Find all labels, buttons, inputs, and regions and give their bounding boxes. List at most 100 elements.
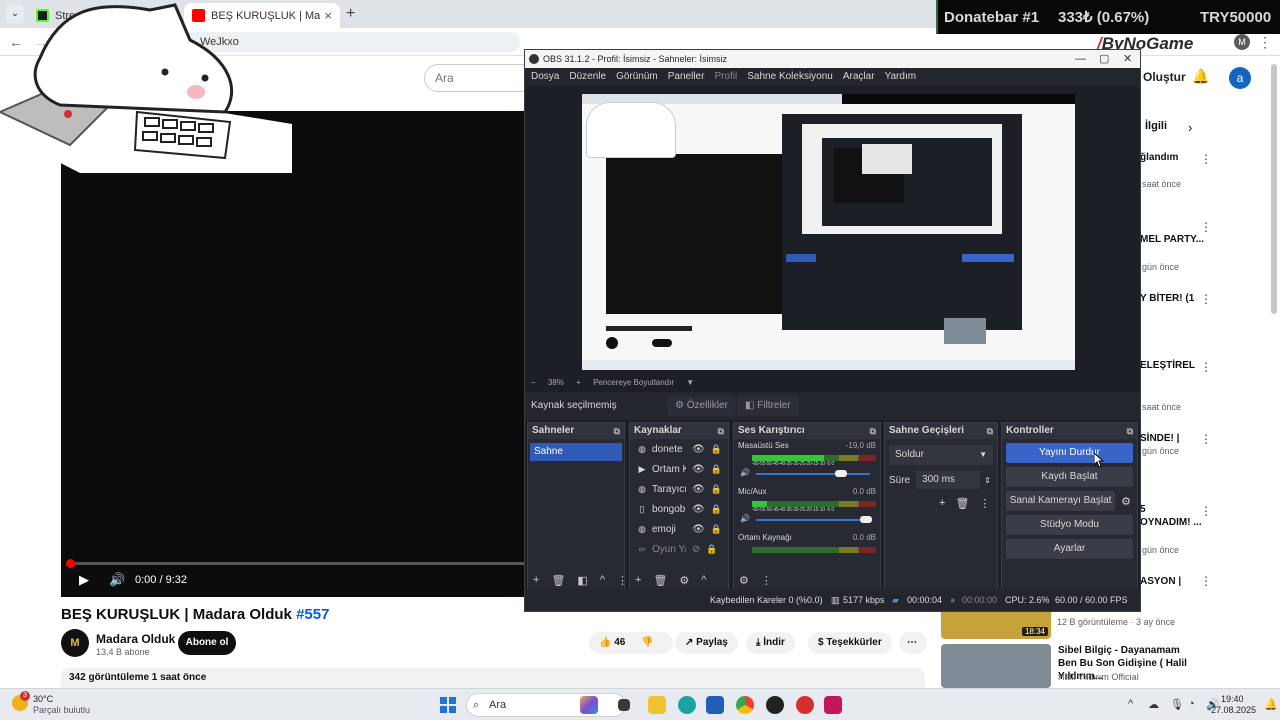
- channel-name[interactable]: Madara Olduk: [96, 632, 175, 646]
- eye-icon[interactable]: 👁: [692, 464, 705, 475]
- gear-icon[interactable]: ⚙: [1121, 495, 1131, 508]
- rec-title-fragment[interactable]: ASYON |: [1140, 576, 1181, 587]
- rec-title-fragment[interactable]: MEL PARTY...: [1140, 234, 1204, 245]
- add-icon[interactable]: +: [939, 497, 945, 510]
- microphone-icon[interactable]: 🎙: [1170, 698, 1184, 711]
- recording-app-icon[interactable]: [796, 696, 814, 714]
- menu-profile[interactable]: Profil: [714, 68, 737, 86]
- taskbar-search[interactable]: ⌕ Ara: [466, 693, 626, 717]
- thumbs-down-icon[interactable]: 👎: [641, 637, 653, 648]
- settings-button[interactable]: Ayarlar: [1006, 539, 1133, 559]
- media-app-icon[interactable]: [824, 696, 842, 714]
- lock-icon[interactable]: 🔒: [711, 484, 722, 495]
- rec-title-fragment[interactable]: OYNADIM! ...: [1140, 517, 1202, 528]
- source-row[interactable]: ∞ Oyun Ya ⊘ 🔒: [630, 539, 728, 559]
- maximize-icon[interactable]: ▢: [1099, 50, 1109, 68]
- menu-view[interactable]: Görünüm: [616, 68, 658, 86]
- add-icon[interactable]: +: [533, 574, 539, 586]
- bell-icon[interactable]: 🔔: [1192, 68, 1209, 85]
- windows-start-icon[interactable]: [440, 697, 456, 713]
- dock-undock-icon[interactable]: ⧉: [870, 423, 876, 439]
- menu-edit[interactable]: Düzenle: [569, 68, 606, 86]
- menu-file[interactable]: Dosya: [531, 68, 559, 86]
- chevron-right-icon[interactable]: ›: [1188, 120, 1192, 135]
- duration-input[interactable]: 300 ms: [916, 471, 981, 489]
- lock-icon[interactable]: 🔒: [711, 524, 722, 535]
- dock-undock-icon[interactable]: ⧉: [987, 423, 993, 439]
- filter-icon[interactable]: ◧: [577, 574, 587, 587]
- eye-icon[interactable]: 👁: [692, 504, 705, 515]
- volume-fader[interactable]: 🔊: [740, 514, 876, 525]
- mixer-settings-icon[interactable]: ⚙: [739, 574, 749, 587]
- gear-icon[interactable]: ⚙: [679, 574, 689, 587]
- lock-icon[interactable]: 🔒: [711, 504, 722, 515]
- trash-icon[interactable]: 🗑: [653, 574, 667, 587]
- rec-more-icon[interactable]: ⋮: [1200, 152, 1212, 166]
- chevron-up-icon[interactable]: ^: [701, 574, 706, 586]
- source-row[interactable]: ▯ bongob 👁 🔒: [630, 499, 728, 519]
- weather-description[interactable]: Parçalı bulutlu: [33, 705, 90, 715]
- clock-time[interactable]: 19:40: [1221, 694, 1244, 704]
- trash-icon[interactable]: 🗑: [551, 574, 565, 587]
- like-button[interactable]: 👍 46 👎: [589, 632, 673, 654]
- rec-title-fragment[interactable]: SİNDE! |: [1140, 433, 1179, 444]
- studio-mode-button[interactable]: Stüdyo Modu: [1006, 515, 1133, 535]
- play-icon[interactable]: ▶: [79, 572, 89, 588]
- source-row[interactable]: ◍ donete 👁 🔒: [630, 439, 728, 459]
- trash-icon[interactable]: 🗑: [955, 497, 969, 510]
- chevron-up-icon[interactable]: ^: [600, 574, 605, 586]
- weather-temperature[interactable]: 30°C: [33, 694, 53, 704]
- notifications-icon[interactable]: 🔔: [1264, 698, 1278, 711]
- dock-undock-icon[interactable]: ⧉: [718, 423, 724, 439]
- source-row[interactable]: ▶ Ortam K 👁 🔒: [630, 459, 728, 479]
- file-explorer-icon[interactable]: [648, 696, 666, 714]
- scene-item[interactable]: Sahne: [530, 443, 622, 461]
- source-row[interactable]: ◍ emoji 👁 🔒: [630, 519, 728, 539]
- add-icon[interactable]: +: [635, 574, 641, 586]
- speaker-icon[interactable]: 🔊: [740, 468, 750, 477]
- obs-icon[interactable]: [766, 696, 784, 714]
- page-scrollbar[interactable]: [1271, 64, 1277, 314]
- source-row[interactable]: ◍ Tarayıcı 👁 🔒: [630, 479, 728, 499]
- start-virtual-camera-button[interactable]: Sanal Kamerayı Başlat: [1006, 491, 1116, 511]
- preview-canvas[interactable]: [582, 94, 1075, 370]
- clock-date[interactable]: 27.08.2025: [1211, 705, 1256, 715]
- channel-avatar[interactable]: M: [61, 629, 89, 657]
- eye-hidden-icon[interactable]: ⊘: [692, 544, 700, 555]
- more-icon[interactable]: ⋮: [617, 574, 628, 587]
- volume-fader[interactable]: 🔊: [740, 468, 876, 479]
- zoom-out-icon[interactable]: −: [531, 378, 536, 387]
- progress-scrubber[interactable]: [66, 559, 75, 568]
- rec-more-icon[interactable]: ⋮: [1200, 574, 1212, 588]
- wifi-icon[interactable]: ◔: [1188, 698, 1195, 710]
- lock-icon[interactable]: 🔒: [711, 464, 722, 475]
- new-tab-button[interactable]: +: [346, 5, 355, 23]
- chrome-icon[interactable]: [736, 696, 754, 714]
- menu-tools[interactable]: Araçlar: [843, 68, 875, 86]
- browser-menu-icon[interactable]: ⋮: [1258, 34, 1272, 51]
- rec-more-icon[interactable]: ⋮: [1200, 432, 1212, 446]
- account-avatar[interactable]: a: [1229, 67, 1251, 89]
- cloud-icon[interactable]: ☁: [1148, 698, 1159, 711]
- more-icon[interactable]: ⋮: [979, 497, 990, 510]
- speaker-icon[interactable]: 🔊: [740, 514, 750, 523]
- rec-more-icon[interactable]: ⋮: [1200, 360, 1212, 374]
- chip-related[interactable]: İlgili: [1145, 120, 1167, 132]
- download-button[interactable]: ⤓ İndir: [746, 632, 795, 654]
- stop-streaming-button[interactable]: Yayını Durdur: [1006, 443, 1133, 463]
- more-actions-icon[interactable]: ⋯: [899, 632, 927, 654]
- obs-preview-area[interactable]: [525, 86, 1140, 374]
- spin-arrows-icon[interactable]: ⇕: [984, 476, 991, 485]
- fit-window-button[interactable]: Pencereye Boyutlandır: [593, 378, 674, 387]
- rec-more-icon[interactable]: ⋮: [1200, 504, 1212, 518]
- dock-undock-icon[interactable]: ⧉: [1127, 423, 1133, 439]
- dock-undock-icon[interactable]: ⧉: [614, 423, 620, 439]
- edge-icon[interactable]: [678, 696, 696, 714]
- fader-knob[interactable]: [859, 516, 872, 523]
- fader-knob[interactable]: [834, 470, 847, 477]
- chevron-down-icon[interactable]: ▼: [686, 378, 694, 387]
- rec-title-fragment[interactable]: ELEŞTİREL: [1140, 360, 1195, 371]
- colorful-app-icon[interactable]: [580, 696, 598, 714]
- eye-icon[interactable]: 👁: [692, 484, 705, 495]
- menu-help[interactable]: Yardım: [885, 68, 917, 86]
